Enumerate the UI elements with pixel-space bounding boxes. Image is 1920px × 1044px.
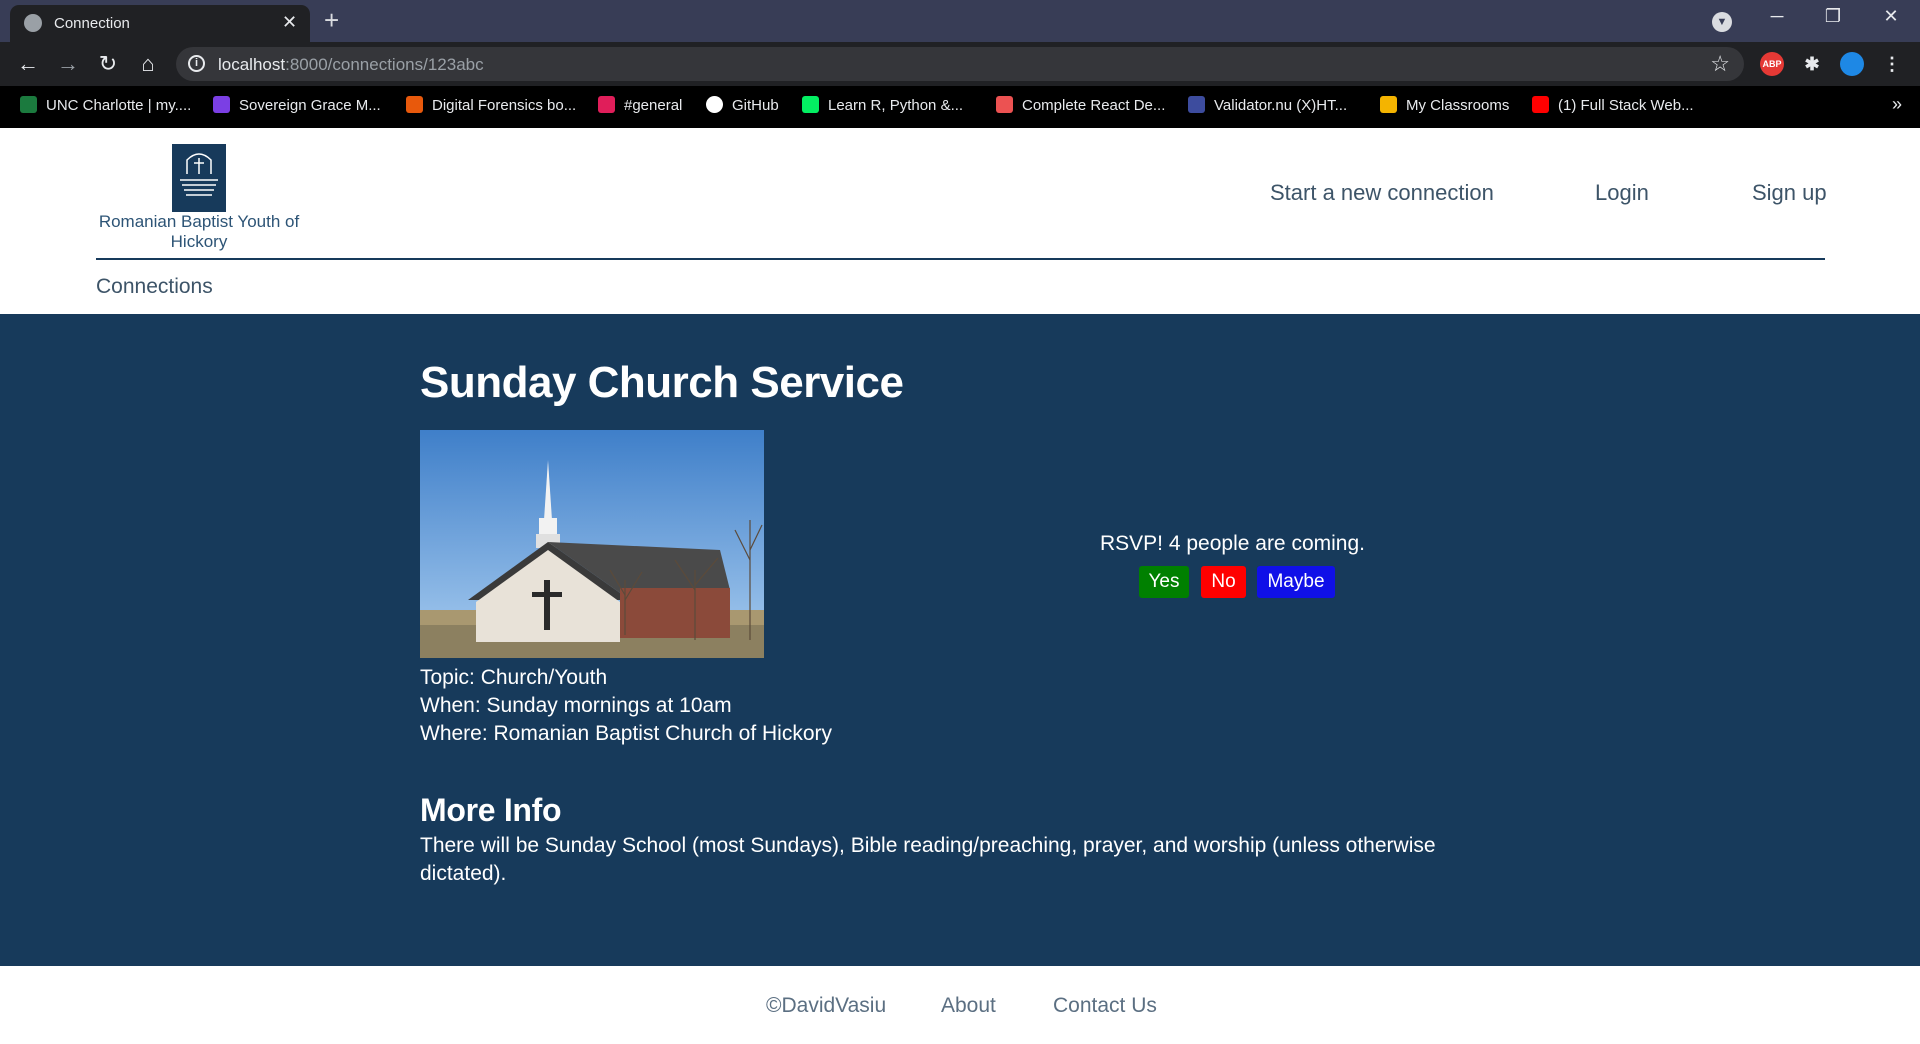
bookmark-favicon (802, 96, 819, 113)
bookmark-favicon (1188, 96, 1205, 113)
tab-search-icon[interactable]: ▼ (1712, 12, 1732, 32)
rsvp-maybe-button[interactable]: Maybe (1257, 566, 1335, 598)
home-icon[interactable]: ⌂ (134, 51, 162, 77)
more-bookmarks-icon[interactable]: » (1892, 94, 1902, 115)
back-icon[interactable]: ← (14, 51, 42, 77)
event-when: When: Sunday mornings at 10am (420, 694, 732, 717)
site-header: Romanian Baptist Youth of Hickory Start … (0, 128, 1920, 314)
bookmark-favicon (20, 96, 37, 113)
more-info-heading: More Info (420, 792, 562, 828)
rsvp-yes-button[interactable]: Yes (1139, 566, 1189, 598)
footer-copyright: ©DavidVasiu (766, 994, 887, 1017)
url-text[interactable]: localhost:8000/connections/123abc (218, 55, 484, 75)
bookmark-star-icon[interactable]: ☆ (1710, 51, 1730, 77)
bookmark-label: (1) Full Stack Web... (1558, 97, 1694, 114)
reload-icon[interactable]: ↻ (94, 51, 122, 77)
bookmark-item[interactable]: Complete React De... (996, 96, 1165, 114)
site-footer: ©DavidVasiu About Contact Us (0, 966, 1920, 1044)
globe-icon (24, 14, 42, 32)
logo-image[interactable] (172, 144, 226, 212)
tab-title: Connection (54, 15, 130, 32)
browser-tab-strip: Connection ✕ + ▼ ─ ❐ ✕ (0, 0, 1920, 42)
event-where: Where: Romanian Baptist Church of Hickor… (420, 722, 832, 745)
rsvp-no-button[interactable]: No (1201, 566, 1246, 598)
bookmarks-bar: UNC Charlotte | my.... Sovereign Grace M… (0, 86, 1920, 128)
logo-text[interactable]: Romanian Baptist Youth of Hickory (96, 212, 302, 252)
bookmark-item[interactable]: (1) Full Stack Web... (1532, 96, 1694, 114)
bookmark-favicon (406, 96, 423, 113)
header-divider (96, 258, 1825, 260)
window-close-icon[interactable]: ✕ (1876, 6, 1906, 27)
bookmark-label: #general (624, 97, 683, 114)
browser-toolbar: ← → ↻ ⌂ i localhost:8000/connections/123… (0, 42, 1920, 86)
bookmark-favicon (996, 96, 1013, 113)
new-tab-icon[interactable]: + (324, 6, 339, 34)
bookmark-label: Learn R, Python &... (828, 97, 964, 114)
bookmark-label: Digital Forensics bo... (432, 97, 577, 114)
nav-connections[interactable]: Connections (96, 275, 213, 299)
rsvp-count-text: RSVP! 4 people are coming. (1100, 532, 1365, 555)
restore-icon[interactable]: ❐ (1818, 6, 1848, 27)
bookmark-label: Sovereign Grace M... (239, 97, 381, 114)
address-bar[interactable]: i localhost:8000/connections/123abc ☆ (176, 47, 1744, 81)
more-info-text: There will be Sunday School (most Sunday… (420, 834, 1436, 885)
site-info-icon[interactable]: i (188, 55, 205, 72)
nav-login[interactable]: Login (1595, 180, 1649, 206)
bookmark-item[interactable]: #general (598, 96, 682, 114)
bookmark-label: GitHub (732, 97, 779, 114)
event-title: Sunday Church Service (420, 358, 904, 407)
event-topic: Topic: Church/Youth (420, 666, 608, 689)
bookmark-item[interactable]: Sovereign Grace M... (213, 96, 381, 114)
church-photo (420, 430, 764, 658)
bookmark-item[interactable]: Validator.nu (X)HT... (1188, 96, 1347, 114)
minimize-icon[interactable]: ─ (1762, 6, 1792, 27)
bookmark-item[interactable]: UNC Charlotte | my.... (20, 96, 191, 114)
bookmark-item[interactable]: Digital Forensics bo... (406, 96, 576, 114)
nav-start-connection[interactable]: Start a new connection (1270, 180, 1494, 206)
bookmark-item[interactable]: GitHub (706, 96, 779, 114)
url-host: localhost (218, 55, 286, 74)
forward-icon[interactable]: → (54, 51, 82, 77)
profile-avatar[interactable] (1840, 52, 1864, 76)
event-details: Sunday Church Service Topic: Church/Yout… (0, 314, 1920, 966)
bookmark-label: UNC Charlotte | my.... (46, 97, 192, 114)
footer-about-link[interactable]: About (941, 994, 996, 1018)
bookmark-label: Complete React De... (1022, 97, 1166, 114)
bookmark-label: Validator.nu (X)HT... (1214, 97, 1348, 114)
bookmark-item[interactable]: Learn R, Python &... (802, 96, 963, 114)
bookmark-item[interactable]: My Classrooms (1380, 96, 1509, 114)
footer-contact-link[interactable]: Contact Us (1053, 994, 1157, 1018)
url-path: :8000/connections/123abc (285, 55, 484, 74)
close-tab-icon[interactable]: ✕ (282, 12, 297, 33)
nav-signup[interactable]: Sign up (1752, 180, 1827, 206)
browser-tab[interactable]: Connection ✕ (10, 5, 310, 42)
extensions-puzzle-icon[interactable]: ✱ (1800, 52, 1824, 76)
browser-menu-icon[interactable]: ⋮ (1880, 52, 1904, 76)
youtube-icon (1532, 96, 1549, 113)
bookmark-favicon (1380, 96, 1397, 113)
adblock-extension-icon[interactable]: ABP (1760, 52, 1784, 76)
bookmark-favicon (598, 96, 615, 113)
bookmark-favicon (213, 96, 230, 113)
github-icon (706, 96, 723, 113)
bookmark-label: My Classrooms (1406, 97, 1510, 114)
